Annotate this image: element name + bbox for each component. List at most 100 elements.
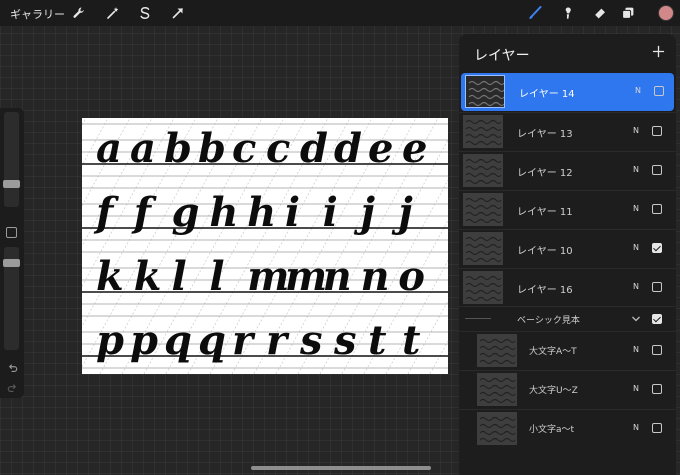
letter-glyph: s [333,317,357,364]
layer-name: レイヤー 16 [517,285,573,296]
letter-glyph: i [323,189,338,236]
brush-size-slider[interactable] [4,112,19,207]
thumbnail-strokes [465,158,502,185]
letter-glyph: t [368,317,387,364]
thumbnail-stroke [479,359,516,365]
letter-glyph: m [285,253,327,300]
letter-glyph: q [198,317,226,364]
letter-glyph: j [353,189,375,236]
thumbnail-stroke [465,197,502,203]
layer-row[interactable]: レイヤー 11 N [459,190,676,228]
brush-size-slider-thumb[interactable] [3,180,20,188]
thumbnail-stroke [479,384,516,390]
selection-s-icon[interactable] [136,4,154,22]
thumbnail-stroke [465,211,502,217]
layer-visibility-checkbox[interactable] [652,384,662,394]
thumbnail-stroke [465,119,502,125]
add-layer-plus-icon[interactable] [650,43,666,59]
color-picker-swatch[interactable] [658,5,674,21]
magic-wand-icon[interactable] [104,4,122,22]
layer-row[interactable]: 大文字A～T N [459,331,676,369]
thumbnail-strokes [465,197,502,224]
thumbnail-stroke [479,430,516,436]
layer-row[interactable]: レイヤー 16 N [459,268,676,306]
layer-name: 小文字a～t [529,425,575,435]
layer-visibility-checkbox[interactable] [652,243,662,253]
layer-visibility-checkbox[interactable] [652,165,662,175]
letter-glyph: k [134,253,162,300]
thumbnail-stroke [479,338,516,344]
layer-thumbnail [463,232,503,265]
letter-glyph: q [164,317,192,364]
thumbnail-stroke [465,250,502,256]
thumbnail-stroke [479,345,516,351]
letter-glyph: d [300,125,328,172]
layer-thumbnail [465,75,505,108]
layer-visibility-checkbox[interactable] [652,204,662,214]
thumbnail-stroke [468,87,504,93]
group-name: ベーシック見本 [517,316,580,326]
letter-glyph: h [209,189,238,236]
blend-mode-button[interactable]: N [633,345,639,354]
thumbnail-strokes [465,236,502,263]
letter-glyph: g [172,189,200,236]
thumbnail-strokes [479,377,516,404]
modify-button[interactable] [6,227,17,238]
layer-name: レイヤー 13 [517,129,573,140]
opacity-slider-thumb[interactable] [3,259,20,267]
wrench-icon[interactable] [70,4,88,22]
layer-group-row[interactable]: ベーシック見本 [459,306,676,330]
layers-icon[interactable] [619,4,637,22]
layer-thumbnail [477,334,517,367]
letter-glyph: a [96,125,122,172]
redo-icon[interactable] [6,382,18,394]
thumbnail-stroke [479,437,516,443]
undo-icon[interactable] [6,362,18,374]
blend-mode-button[interactable]: N [633,243,639,252]
letter-glyph: h [247,189,276,236]
blend-mode-button[interactable]: N [633,165,639,174]
letter-glyph: d [334,125,362,172]
layer-row[interactable]: レイヤー 12 N [459,151,676,189]
layer-row[interactable]: 大文字U～Z N [459,370,676,408]
layer-row[interactable]: 小文字a～t N [459,409,676,447]
smudge-icon[interactable] [559,4,577,22]
layer-thumbnail [463,193,503,226]
drawing-canvas[interactable]: aabbccddeeffghhiijjkkllmmnnoppqqrrsstt [82,118,448,374]
layer-visibility-checkbox[interactable] [652,423,662,433]
blend-mode-button[interactable]: N [633,204,639,213]
layer-row[interactable]: レイヤー 10 N [459,229,676,267]
brush-icon[interactable] [526,4,544,22]
chevron-down-icon[interactable] [631,314,641,324]
transform-arrow-icon[interactable] [169,4,187,22]
layers-panel: レイヤー ベーシック見本 レイヤー 14 N レイヤー 13 N レイヤー 12 N レイヤ… [459,34,676,475]
letter-glyph: l [209,253,224,300]
eraser-icon[interactable] [591,4,609,22]
blend-mode-button[interactable]: N [635,86,641,95]
blend-mode-button[interactable]: N [633,126,639,135]
letter-glyph: t [402,317,421,364]
layer-visibility-checkbox[interactable] [654,86,664,96]
thumbnail-stroke [465,179,502,185]
layer-name: レイヤー 12 [517,168,573,179]
layer-visibility-checkbox[interactable] [652,282,662,292]
thumbnail-stroke [468,101,504,107]
thumbnail-stroke [479,423,516,429]
blend-mode-button[interactable]: N [633,423,639,432]
thumbnail-stroke [468,94,504,100]
blend-mode-button[interactable]: N [633,384,639,393]
thumbnail-stroke [468,80,504,86]
blend-mode-button[interactable]: N [633,282,639,291]
letter-glyph: e [402,125,427,172]
top-toolbar: ギャラリー [0,0,680,26]
layer-visibility-checkbox[interactable] [652,126,662,136]
layer-visibility-checkbox[interactable] [652,345,662,355]
gallery-button[interactable]: ギャラリー [10,6,65,22]
layer-row[interactable]: レイヤー 13 N [459,112,676,150]
letter-glyph: n [360,253,389,300]
group-visibility-checkbox[interactable] [652,314,662,324]
layer-row[interactable]: レイヤー 14 N [461,73,674,111]
letter-glyph: i [285,189,300,236]
letter-glyph: b [164,125,192,172]
layer-name: 大文字A～T [529,347,577,357]
